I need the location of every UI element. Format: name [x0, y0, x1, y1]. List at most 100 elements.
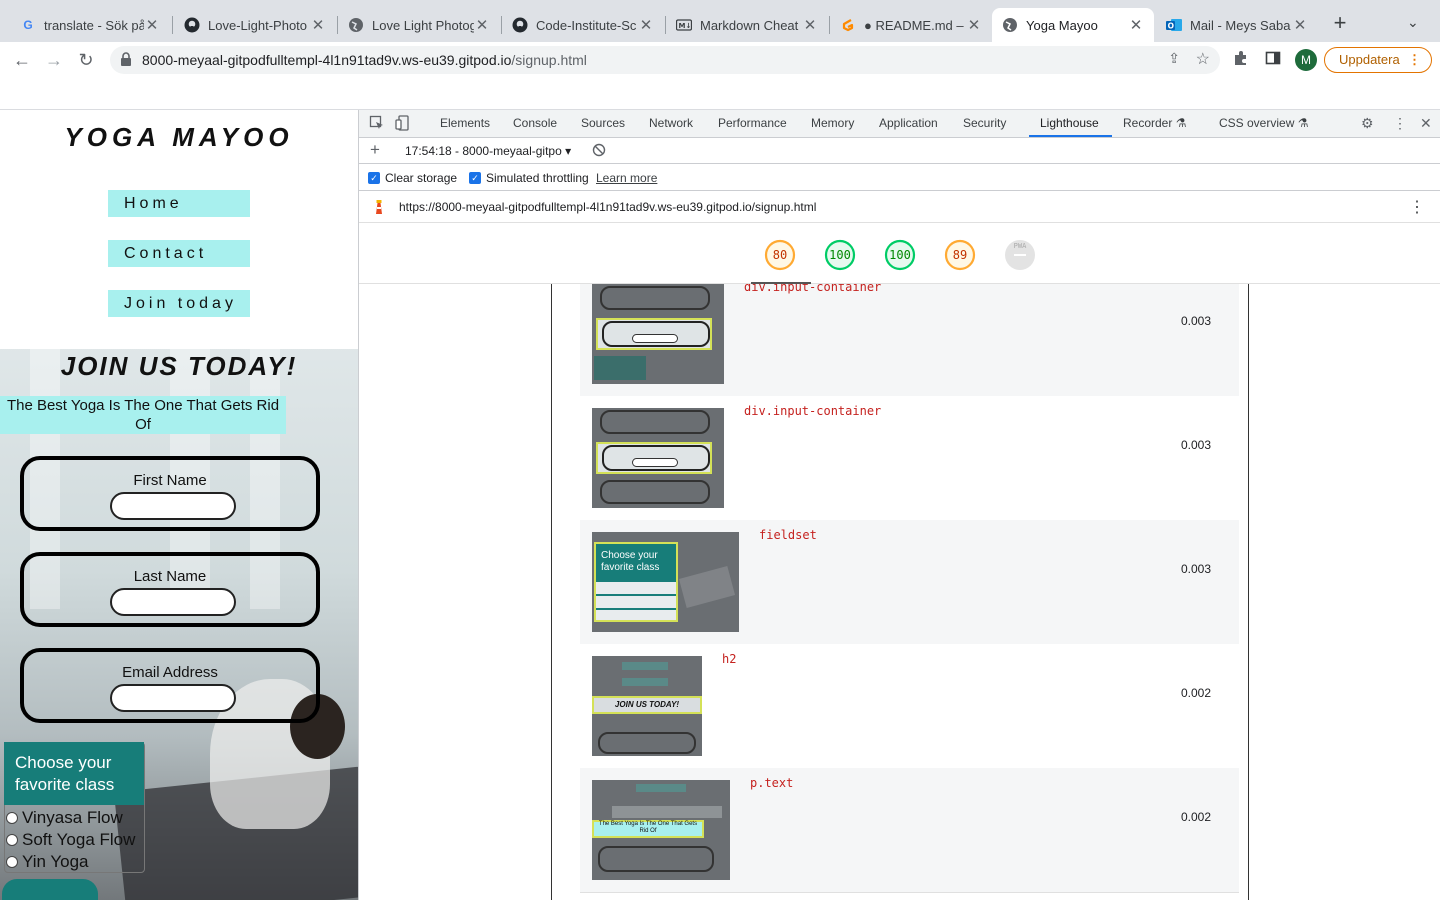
- reload-icon[interactable]: ↻: [74, 48, 98, 72]
- tab-lighthouse[interactable]: Lighthouse: [1040, 116, 1099, 130]
- close-tab-icon[interactable]: ✕: [802, 16, 818, 34]
- report-selector[interactable]: 17:54:18 - 8000-meyaal-gitpo ▾: [405, 144, 571, 158]
- clear-storage-checkbox[interactable]: ✓: [368, 172, 380, 184]
- tab-recorder[interactable]: Recorder ⚗: [1123, 116, 1186, 130]
- thumb-legend: [594, 356, 646, 380]
- tab-network[interactable]: Network: [649, 116, 693, 130]
- github-icon: [512, 17, 528, 33]
- svg-text:O: O: [1168, 22, 1174, 31]
- radio-yin-yoga[interactable]: Yin Yoga: [6, 852, 89, 872]
- tab-search-button[interactable]: ⌄: [1407, 14, 1419, 31]
- extensions-puzzle-icon[interactable]: [1233, 50, 1249, 71]
- tab-divider: [172, 16, 173, 34]
- tab-security[interactable]: Security: [963, 116, 1006, 130]
- update-button[interactable]: Uppdatera ⋮: [1324, 47, 1432, 73]
- close-tab-icon[interactable]: ✕: [1292, 16, 1308, 34]
- tab-sources[interactable]: Sources: [581, 116, 625, 130]
- gauge-pwa[interactable]: PWA: [1004, 239, 1036, 271]
- first-name-input[interactable]: [110, 492, 236, 520]
- close-devtools-icon[interactable]: ✕: [1420, 115, 1432, 132]
- browser-tab-active[interactable]: Yoga Mayoo ✕: [992, 8, 1154, 42]
- simulated-throttling-checkbox[interactable]: ✓: [469, 172, 481, 184]
- close-tab-icon[interactable]: ✕: [310, 16, 326, 34]
- close-tab-icon[interactable]: ✕: [474, 16, 490, 34]
- address-bar[interactable]: 8000-meyaal-gitpodfulltempl-4l1n91tad9v.…: [110, 46, 1220, 74]
- table-row[interactable]: Choose your favorite class fieldset 0.00…: [580, 520, 1239, 644]
- table-row[interactable]: JOIN US TODAY! h2 0.002: [580, 644, 1239, 768]
- radio-vinyasa-flow[interactable]: Vinyasa Flow: [6, 808, 123, 828]
- lighthouse-toolbar: + 17:54:18 - 8000-meyaal-gitpo ▾: [359, 138, 1440, 164]
- class-legend: Choose your favorite class: [4, 742, 144, 805]
- thumb-caption: Choose your favorite class: [601, 550, 660, 573]
- new-report-plus-icon[interactable]: +: [370, 140, 380, 160]
- clear-reports-icon[interactable]: [592, 143, 606, 162]
- share-icon[interactable]: ⇪: [1168, 50, 1180, 67]
- profile-avatar[interactable]: M: [1295, 49, 1317, 71]
- browser-tab[interactable]: Code-Institute-Sc ✕: [502, 8, 664, 42]
- close-tab-icon[interactable]: ✕: [1128, 16, 1144, 34]
- gauge-accessibility[interactable]: 100: [824, 239, 856, 271]
- table-row[interactable]: div.input-container 0.003: [580, 396, 1239, 520]
- close-tab-icon[interactable]: ✕: [966, 16, 982, 34]
- new-tab-button[interactable]: +: [1330, 12, 1350, 34]
- tab-performance[interactable]: Performance: [718, 116, 787, 130]
- google-icon: G: [23, 18, 33, 32]
- element-screenshot: [592, 408, 724, 508]
- nav-link-contact[interactable]: Contact: [108, 240, 250, 267]
- device-toolbar-icon[interactable]: [395, 115, 411, 134]
- tab-css-overview[interactable]: CSS overview ⚗: [1219, 116, 1308, 130]
- site-logo[interactable]: YOGA MAYOO: [0, 122, 358, 153]
- settings-gear-icon[interactable]: ⚙: [1361, 115, 1374, 132]
- score-value: 100: [889, 248, 911, 262]
- email-input[interactable]: [110, 684, 236, 712]
- thumb-option: [596, 610, 676, 620]
- node-selector[interactable]: div.input-container: [744, 284, 881, 294]
- tab-elements[interactable]: Elements: [440, 116, 490, 130]
- close-tab-icon[interactable]: ✕: [638, 16, 654, 34]
- lighthouse-options: ✓ Clear storage ✓ Simulated throttling L…: [359, 164, 1440, 191]
- browser-tab[interactable]: G translate - Sök på ✕: [10, 8, 170, 42]
- thumb-nav: [636, 784, 686, 792]
- browser-tab[interactable]: Love-Light-Photo ✕: [174, 8, 336, 42]
- report-menu-icon[interactable]: ⋮: [1409, 197, 1425, 217]
- tab-console[interactable]: Console: [513, 116, 557, 130]
- tab-application[interactable]: Application: [879, 116, 938, 130]
- gauge-seo[interactable]: 89: [944, 239, 976, 271]
- submit-button[interactable]: [2, 879, 98, 900]
- table-row[interactable]: The Best Yoga Is The One That Gets Rid O…: [580, 768, 1239, 892]
- gauge-performance[interactable]: 80: [764, 239, 796, 271]
- back-arrow-icon[interactable]: ←: [10, 48, 34, 72]
- email-label: Email Address: [122, 664, 218, 681]
- browser-toolbar: ← → ↻ 8000-meyaal-gitpodfulltempl-4l1n91…: [0, 42, 1440, 78]
- browser-tab[interactable]: Love Light Photog ✕: [338, 8, 500, 42]
- node-selector[interactable]: div.input-container: [744, 404, 881, 418]
- nav-link-join[interactable]: Join today: [108, 290, 250, 317]
- radio-button[interactable]: [6, 856, 18, 868]
- radio-button[interactable]: [6, 812, 18, 824]
- close-tab-icon[interactable]: ✕: [144, 16, 160, 34]
- radio-soft-yoga-flow[interactable]: Soft Yoga Flow: [6, 830, 135, 850]
- tab-memory[interactable]: Memory: [811, 116, 854, 130]
- inspect-element-icon[interactable]: [369, 115, 385, 134]
- gauge-best-practices[interactable]: 100: [884, 239, 916, 271]
- shift-score: 0.003: [1180, 438, 1211, 452]
- bookmark-star-icon[interactable]: ☆: [1196, 49, 1210, 69]
- node-selector[interactable]: fieldset: [759, 528, 817, 542]
- forward-arrow-icon[interactable]: →: [42, 48, 66, 72]
- last-name-input[interactable]: [110, 588, 236, 616]
- table-row[interactable]: div.input-container 0.003: [580, 284, 1239, 396]
- learn-more-link[interactable]: Learn more: [596, 171, 657, 185]
- node-selector[interactable]: h2: [722, 652, 736, 666]
- nav-link-home[interactable]: Home: [108, 190, 250, 217]
- shift-score: 0.002: [1180, 686, 1211, 700]
- browser-tab[interactable]: ● README.md – ✕: [830, 8, 992, 42]
- radio-button[interactable]: [6, 834, 18, 846]
- side-panel-icon[interactable]: [1265, 50, 1281, 71]
- browser-tab[interactable]: M↓ Markdown Cheat ✕: [666, 8, 828, 42]
- node-selector[interactable]: p.text: [750, 776, 793, 790]
- browser-tab[interactable]: O Mail - Meys Saba ✕: [1156, 8, 1318, 42]
- more-options-icon[interactable]: ⋮: [1393, 115, 1407, 132]
- element-screenshot: The Best Yoga Is The One That Gets Rid O…: [592, 780, 730, 880]
- thumb-outline: [600, 480, 710, 504]
- more-vertical-icon: ⋮: [1408, 52, 1421, 67]
